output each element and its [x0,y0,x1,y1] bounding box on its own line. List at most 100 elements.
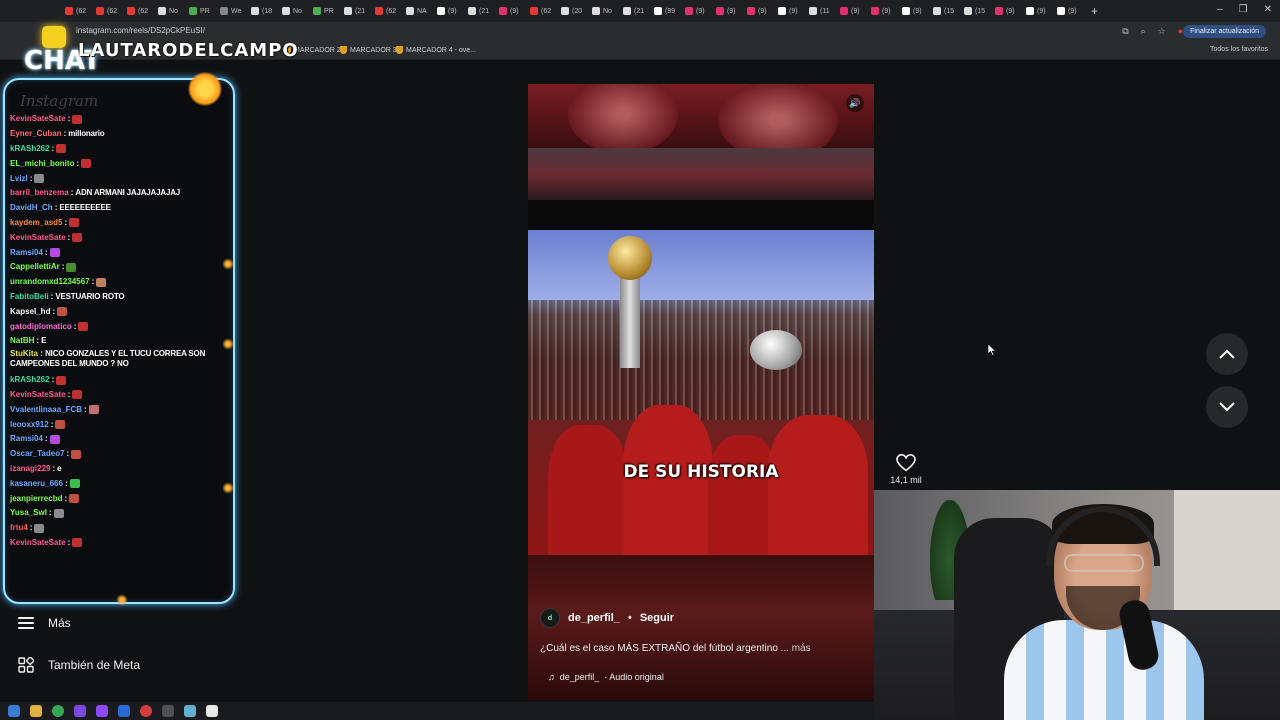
browser-tab[interactable]: (9) [868,0,899,22]
browser-tab[interactable]: No [589,0,620,22]
app-icon[interactable] [118,705,130,717]
chat-username[interactable]: CappellettiAr [10,262,60,272]
chat-username[interactable]: Eyner_Cuban [10,129,62,139]
chat-username[interactable]: DavidH_Ch [10,203,53,213]
app-icon[interactable] [184,705,196,717]
chat-username[interactable]: KevinSateSate [10,233,66,243]
app-icon[interactable] [74,705,86,717]
reel-video[interactable]: DE SU HISTORIA 🔊 d de_perfil_ • Seguir ¿… [528,84,874,700]
browser-tab[interactable]: (9) [1054,0,1085,22]
chrome-icon[interactable] [52,705,64,717]
browser-tab[interactable]: (20 [558,0,589,22]
chat-username[interactable]: frtu4 [10,523,28,533]
tab-favicon-icon [840,7,848,15]
browser-tab[interactable]: (62 [62,0,93,22]
browser-tab[interactable]: (11 [806,0,837,22]
browser-tab[interactable]: (9) [899,0,930,22]
chat-username[interactable]: kRASh262 [10,144,50,154]
app-icon[interactable] [162,705,174,717]
chat-username[interactable]: jeanpierrecbd [10,494,62,504]
browser-tab[interactable]: (21 [341,0,372,22]
chat-username[interactable]: EL_michi_bonito [10,159,74,169]
chat-separator: : [70,188,74,198]
browser-tab[interactable]: (9) [682,0,713,22]
previous-reel-button[interactable] [1206,333,1248,375]
browser-tab[interactable]: NA [403,0,434,22]
browser-tab[interactable]: (62 [93,0,124,22]
browser-tab[interactable]: (15 [961,0,992,22]
close-icon[interactable]: ✕ [1264,4,1272,15]
maximize-icon[interactable]: ❐ [1239,4,1248,15]
browser-tab[interactable]: (62 [527,0,558,22]
browser-tab[interactable]: (62 [124,0,155,22]
browser-tab[interactable]: (15 [930,0,961,22]
browser-tab[interactable]: (9) [713,0,744,22]
browser-tab[interactable]: (21 [465,0,496,22]
chat-username[interactable]: kRASh262 [10,375,50,385]
chat-username[interactable]: Ramsi04 [10,248,43,258]
star-icon[interactable]: ☆ [1158,26,1166,37]
volume-icon[interactable]: 🔊 [846,94,864,112]
browser-tab[interactable]: (62 [372,0,403,22]
sidebar-item-more[interactable]: Más [18,616,71,630]
chat-username[interactable]: StuKita [10,349,38,358]
follow-button[interactable]: Seguir [640,612,674,624]
chat-username[interactable]: kasaneru_666 [10,479,63,489]
avatar[interactable]: d [540,608,560,628]
chat-username[interactable]: KevinSateSate [10,538,66,548]
zoom-icon[interactable]: ⌕ [1141,26,1146,37]
chat-username[interactable]: KevinSateSate [10,114,66,124]
app-icon[interactable] [140,705,152,717]
chat-username[interactable]: Kapsel_hd [10,307,50,317]
install-icon[interactable]: ⧉ [1122,26,1128,37]
browser-tab[interactable]: (9) [434,0,465,22]
bookmark-item[interactable]: MARCADOR 4 - ove... [396,46,476,54]
chat-username[interactable]: Yusa_Swl [10,508,47,518]
browser-tab[interactable]: No [279,0,310,22]
browser-tab[interactable]: (9) [744,0,775,22]
browser-tab[interactable]: No [155,0,186,22]
chat-username[interactable]: barril_benzema [10,188,69,198]
start-icon[interactable] [8,705,20,717]
chat-message: KevinSateSate : [10,112,246,127]
browser-tab[interactable]: (99 [651,0,682,22]
folder-icon[interactable] [30,705,42,717]
chat-username[interactable]: KevinSateSate [10,390,66,400]
url-field[interactable]: instagram.com/reels/DS2pCkPEuSI/ [76,26,205,35]
browser-tab[interactable]: (9) [496,0,527,22]
twitch-icon[interactable] [96,705,108,717]
chat-username[interactable]: Lvizl [10,174,28,184]
audio-row[interactable]: ♫ de_perfil_ · Audio original [548,672,664,682]
chat-username[interactable]: izanagi229 [10,464,50,474]
all-bookmarks[interactable]: Todos los favoritos [1210,46,1268,53]
browser-tab[interactable]: We [217,0,248,22]
chat-username[interactable]: unrandomxd1234567 [10,277,90,287]
minimize-icon[interactable]: – [1217,4,1223,15]
browser-tab[interactable]: PR [310,0,341,22]
chat-username[interactable]: Ramsi04 [10,434,43,444]
chat-username[interactable]: kaydem_asd5 [10,218,62,228]
trophy-icon [620,278,640,368]
next-reel-button[interactable] [1206,386,1248,428]
app-icon[interactable] [206,705,218,717]
more-link[interactable]: ... más [781,643,811,654]
browser-tab[interactable]: (9) [992,0,1023,22]
chat-username[interactable]: NatBH [10,336,34,346]
chat-username[interactable]: gatodiplomatico [10,322,72,332]
browser-tab[interactable]: (9) [837,0,868,22]
chat-username[interactable]: Vvalentlinaaa_FCB [10,405,82,415]
browser-tab[interactable]: (9) [775,0,806,22]
update-button[interactable]: Finalizar actualización [1183,25,1266,38]
new-tab-button[interactable]: + [1091,4,1098,18]
like-button[interactable]: 14,1 mil [890,454,922,485]
browser-tab[interactable]: (21 [620,0,651,22]
sidebar-item-meta[interactable]: También de Meta [18,657,140,673]
browser-tab[interactable]: PR [186,0,217,22]
browser-tab[interactable]: (18 [248,0,279,22]
chat-username[interactable]: Oscar_Tadeo7 [10,449,65,459]
chat-username[interactable]: leooxx912 [10,420,49,430]
browser-tab[interactable]: (9) [1023,0,1054,22]
author-name[interactable]: de_perfil_ [568,612,620,624]
bookmark-item[interactable]: MARCADOR 3 [340,46,397,54]
chat-username[interactable]: FabitoBeli [10,292,49,302]
